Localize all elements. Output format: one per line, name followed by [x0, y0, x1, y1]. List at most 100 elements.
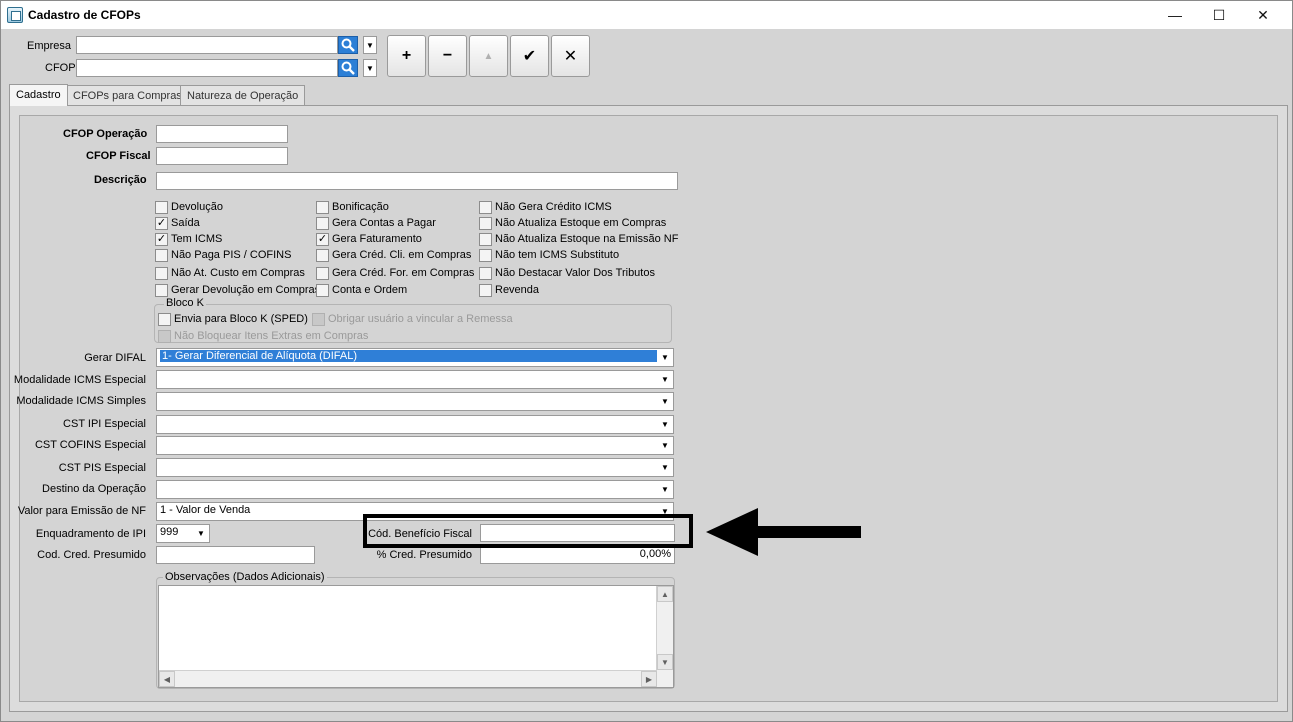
- chevron-down-icon: ▼: [657, 459, 673, 476]
- horizontal-scrollbar[interactable]: ◀ ▶: [159, 670, 657, 687]
- checkbox-box: [479, 283, 492, 297]
- checkmark-icon: ✔: [522, 48, 537, 65]
- cfop-operacao-input[interactable]: [156, 125, 288, 143]
- cfop-dropdown-button[interactable]: ▼: [363, 59, 377, 77]
- annotation-arrow-icon: [706, 508, 861, 556]
- tab-natureza-operacao[interactable]: Natureza de Operação: [180, 85, 306, 106]
- select-value: 999: [160, 526, 179, 538]
- confirm-button[interactable]: ✔: [510, 35, 549, 77]
- checkbox-box: [155, 266, 168, 280]
- cst-ipi-especial-select[interactable]: ▼: [156, 415, 674, 434]
- cfop-label: CFOP: [45, 62, 76, 74]
- minus-icon: −: [442, 47, 453, 64]
- remove-button[interactable]: −: [428, 35, 467, 77]
- scroll-left-icon[interactable]: ◀: [159, 671, 175, 687]
- modalidade-icms-simples-select[interactable]: ▼: [156, 392, 674, 411]
- checkbox-nao-atualiza-estoque-emissao[interactable]: Não Atualiza Estoque na Emissão NF: [479, 232, 678, 246]
- empresa-input[interactable]: [76, 36, 338, 54]
- checkbox-label: Gerar Devolução em Compras: [171, 284, 321, 296]
- perc-cred-presumido-input[interactable]: 0,00%: [480, 546, 675, 564]
- checkbox-gerar-devolucao[interactable]: Gerar Devolução em Compras: [155, 283, 320, 297]
- cfop-input[interactable]: [76, 59, 338, 77]
- check-icon: ✓: [316, 232, 329, 246]
- close-button[interactable]: ✕: [1240, 1, 1286, 29]
- bloco-k-title: Bloco K: [164, 297, 206, 309]
- checkbox-envia-bloco-k[interactable]: Envia para Bloco K (SPED): [158, 312, 308, 326]
- checkbox-label: Não Bloquear Itens Extras em Compras: [174, 330, 369, 342]
- checkbox-nao-destacar-valor[interactable]: Não Destacar Valor Dos Tributos: [479, 266, 655, 280]
- gerar-difal-select[interactable]: 1- Gerar Diferencial de Alíquota (DIFAL)…: [156, 348, 674, 367]
- modalidade-icms-especial-label: Modalidade ICMS Especial: [13, 374, 146, 386]
- checkbox-tem-icms[interactable]: ✓ Tem ICMS: [155, 232, 222, 246]
- checkbox-bonificacao[interactable]: Bonificação: [316, 200, 389, 214]
- descricao-input[interactable]: [156, 172, 678, 190]
- plus-icon: +: [401, 47, 412, 64]
- empresa-dropdown-button[interactable]: ▼: [363, 36, 377, 54]
- empresa-label: Empresa: [27, 40, 72, 52]
- cst-cofins-especial-label: CST COFINS Especial: [34, 439, 146, 451]
- checkbox-nao-tem-icms-substituto[interactable]: Não tem ICMS Substituto: [479, 248, 619, 262]
- chevron-down-icon: ▼: [657, 481, 673, 498]
- checkbox-label: Saída: [171, 217, 200, 229]
- tab-cadastro[interactable]: Cadastro: [9, 84, 68, 106]
- cst-cofins-especial-select[interactable]: ▼: [156, 436, 674, 455]
- perc-cred-presumido-label: % Cred. Presumido: [376, 549, 472, 561]
- checkbox-label: Gera Faturamento: [332, 233, 422, 245]
- checkbox-nao-atualiza-estoque-compras[interactable]: Não Atualiza Estoque em Compras: [479, 216, 666, 230]
- chevron-down-icon: ▼: [657, 371, 673, 388]
- scroll-up-icon[interactable]: ▲: [657, 586, 673, 602]
- tab-panel: CFOP Operação CFOP Fiscal Descrição Devo…: [9, 105, 1288, 712]
- checkbox-box: [316, 248, 329, 262]
- chevron-down-icon: ▼: [366, 63, 374, 73]
- checkbox-box: [155, 200, 168, 214]
- cfop-search-button[interactable]: [338, 59, 358, 77]
- checkbox-nao-gera-credito-icms[interactable]: Não Gera Crédito ICMS: [479, 200, 612, 214]
- cancel-button[interactable]: ✕: [551, 35, 590, 77]
- checkbox-obrigar-remessa[interactable]: Obrigar usuário a vincular a Remessa: [312, 312, 513, 326]
- cst-pis-especial-select[interactable]: ▼: [156, 458, 674, 477]
- tab-cfops-compras[interactable]: CFOPs para Compras: [66, 85, 189, 106]
- destino-operacao-label: Destino da Operação: [42, 483, 146, 495]
- destino-operacao-select[interactable]: ▼: [156, 480, 674, 499]
- modalidade-icms-especial-select[interactable]: ▼: [156, 370, 674, 389]
- filter-toolbar: Empresa ▼ CFOP ▼ + − ▲ ✔ ✕: [7, 29, 1286, 85]
- scroll-right-icon[interactable]: ▶: [641, 671, 657, 687]
- cod-cred-presumido-input[interactable]: [156, 546, 315, 564]
- title-bar: Cadastro de CFOPs — ☐ ✕: [1, 1, 1292, 29]
- app-icon: [7, 7, 23, 23]
- arrow-up-icon: ▲: [483, 50, 494, 62]
- checkbox-nao-paga-pis-cofins[interactable]: Não Paga PIS / COFINS: [155, 248, 291, 262]
- checkbox-gera-cred-cli[interactable]: Gera Créd. Cli. em Compras: [316, 248, 471, 262]
- checkbox-saida[interactable]: ✓ Saída: [155, 216, 200, 230]
- cfop-fiscal-label: CFOP Fiscal: [86, 150, 151, 162]
- add-button[interactable]: +: [387, 35, 426, 77]
- scroll-down-icon[interactable]: ▼: [657, 654, 673, 670]
- checkbox-box: [158, 329, 171, 343]
- move-up-button[interactable]: ▲: [469, 35, 508, 77]
- cfop-window: Cadastro de CFOPs — ☐ ✕ Empresa ▼ CFOP ▼…: [0, 0, 1293, 722]
- checkbox-nao-at-custo[interactable]: Não At. Custo em Compras: [155, 266, 305, 280]
- gerar-difal-label: Gerar DIFAL: [84, 352, 146, 364]
- cfop-fiscal-input[interactable]: [156, 147, 288, 165]
- checkbox-box: [155, 248, 168, 262]
- empresa-search-button[interactable]: [338, 36, 358, 54]
- checkbox-label: Não Atualiza Estoque na Emissão NF: [495, 233, 679, 245]
- checkbox-nao-bloquear-itens[interactable]: Não Bloquear Itens Extras em Compras: [158, 329, 368, 343]
- checkbox-conta-ordem[interactable]: Conta e Ordem: [316, 283, 407, 297]
- minimize-button[interactable]: —: [1152, 1, 1198, 29]
- checkbox-box: [316, 216, 329, 230]
- observacoes-title: Observações (Dados Adicionais): [163, 571, 327, 583]
- chevron-down-icon: ▼: [193, 525, 209, 542]
- checkbox-label: Tem ICMS: [171, 233, 223, 245]
- observacoes-textarea[interactable]: ▲ ▼ ◀ ▶: [158, 585, 674, 688]
- checkbox-gera-contas-pagar[interactable]: Gera Contas a Pagar: [316, 216, 436, 230]
- checkbox-revenda[interactable]: Revenda: [479, 283, 539, 297]
- checkbox-devolucao[interactable]: Devolução: [155, 200, 223, 214]
- enquadramento-ipi-select[interactable]: 999 ▼: [156, 524, 210, 543]
- checkbox-label: Devolução: [171, 201, 223, 213]
- check-icon: ✓: [155, 232, 168, 246]
- vertical-scrollbar[interactable]: ▲ ▼: [656, 586, 673, 687]
- maximize-button[interactable]: ☐: [1196, 1, 1242, 29]
- checkbox-gera-cred-for[interactable]: Gera Créd. For. em Compras: [316, 266, 474, 280]
- checkbox-gera-faturamento[interactable]: ✓ Gera Faturamento: [316, 232, 422, 246]
